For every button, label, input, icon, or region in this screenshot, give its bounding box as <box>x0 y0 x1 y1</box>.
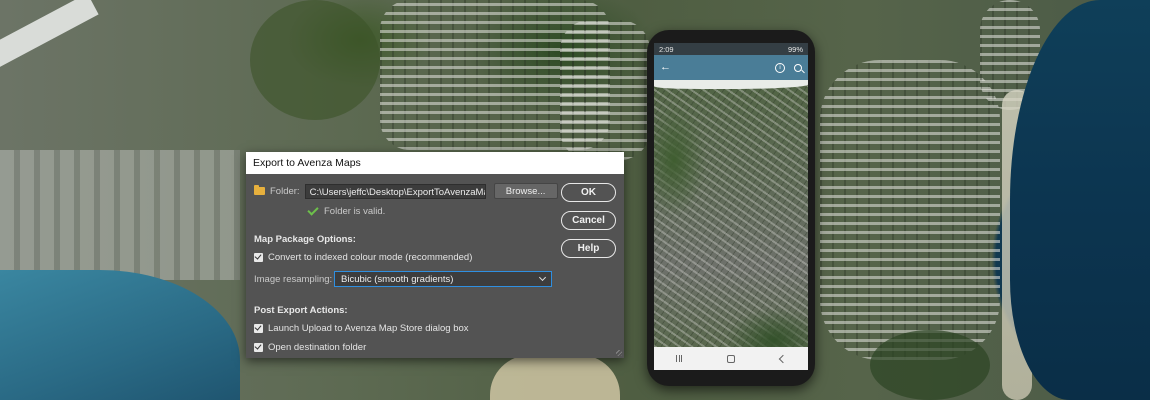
post-export-heading: Post Export Actions: <box>254 305 348 316</box>
convert-colour-checkbox[interactable] <box>254 253 263 262</box>
map-package-heading: Map Package Options: <box>254 234 356 245</box>
resampling-label: Image resampling: <box>254 273 333 285</box>
phone-screen: 2:09 99% ← i <box>654 43 808 370</box>
chevron-down-icon <box>538 273 547 282</box>
info-icon[interactable]: i <box>775 62 785 73</box>
export-dialog: Export to Avenza Maps Folder: C:\Users\j… <box>246 152 624 358</box>
recent-apps-icon[interactable] <box>676 355 683 362</box>
launch-upload-checkbox[interactable] <box>254 324 263 333</box>
sand-area <box>490 355 620 400</box>
phone-mockup: 2:09 99% ← i <box>647 30 815 386</box>
cancel-button[interactable]: Cancel <box>561 211 616 230</box>
map-edge <box>654 80 808 89</box>
status-time: 2:09 <box>659 44 674 54</box>
status-battery: 99% <box>787 44 803 54</box>
convert-colour-option[interactable]: Convert to indexed colour mode (recommen… <box>254 252 472 263</box>
ok-button[interactable]: OK <box>561 183 616 202</box>
launch-upload-label: Launch Upload to Avenza Map Store dialog… <box>268 323 469 334</box>
resampling-select[interactable]: Bicubic (smooth gradients) <box>334 271 552 287</box>
urban-area <box>0 150 240 280</box>
help-button[interactable]: Help <box>561 239 616 258</box>
browse-button[interactable]: Browse... <box>493 183 558 199</box>
home-icon[interactable] <box>727 354 736 363</box>
back-icon[interactable] <box>778 354 788 363</box>
resampling-value: Bicubic (smooth gradients) <box>341 273 454 285</box>
folder-path-field[interactable]: C:\Users\jeffc\Desktop\ExportToAvenzaMap… <box>304 183 486 199</box>
housing-area <box>560 20 650 160</box>
folder-status-row: Folder is valid. <box>307 204 386 217</box>
open-folder-label: Open destination folder <box>268 342 367 353</box>
dialog-title-bar[interactable]: Export to Avenza Maps <box>246 152 624 174</box>
vegetation <box>250 0 380 120</box>
checkmark-icon <box>307 204 319 216</box>
launch-upload-option[interactable]: Launch Upload to Avenza Map Store dialog… <box>254 323 469 334</box>
open-folder-option[interactable]: Open destination folder <box>254 342 366 353</box>
convert-colour-label: Convert to indexed colour mode (recommen… <box>268 252 473 263</box>
folder-icon <box>254 185 265 195</box>
app-toolbar: ← i <box>654 55 808 80</box>
back-arrow-icon[interactable]: ← <box>660 62 671 73</box>
android-nav-bar <box>654 347 808 370</box>
search-icon[interactable] <box>794 63 802 72</box>
bay-water <box>0 270 240 400</box>
map-view[interactable] <box>654 80 808 347</box>
resize-grip-icon[interactable] <box>616 350 622 356</box>
housing-area <box>820 60 1000 360</box>
folder-label: Folder: <box>270 185 300 197</box>
open-folder-checkbox[interactable] <box>254 343 263 352</box>
resampling-row: Image resampling: Bicubic (smooth gradie… <box>254 271 552 287</box>
folder-row: Folder: C:\Users\jeffc\Desktop\ExportToA… <box>254 183 558 199</box>
phone-status-bar: 2:09 99% <box>654 43 808 55</box>
dialog-title: Export to Avenza Maps <box>253 157 361 169</box>
runway <box>0 0 99 71</box>
vegetation <box>870 330 990 400</box>
folder-status-text: Folder is valid. <box>324 206 386 217</box>
